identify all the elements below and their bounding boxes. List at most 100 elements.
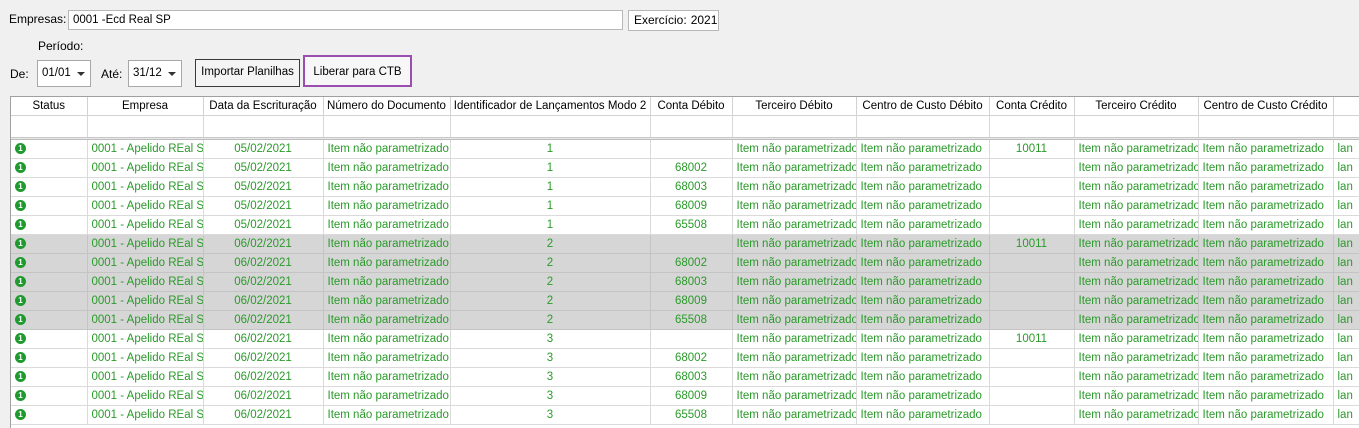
cell-empresa: 0001 - Apelido REal Sp: [87, 158, 204, 178]
column-header-extra[interactable]: [1333, 97, 1359, 116]
cell-terceiro-credito: Item não parametrizado: [1074, 348, 1199, 368]
cell-cc-credito: Item não parametrizado: [1198, 310, 1334, 330]
column-header-terceiro-debito[interactable]: Terceiro Débito: [732, 97, 857, 116]
column-header-centro-custo-debito[interactable]: Centro de Custo Débito: [856, 97, 990, 116]
table-row[interactable]: 1 0001 - Apelido REal Sp 05/02/2021 Item nã…: [11, 139, 1359, 159]
filter-cell-numero-documento[interactable]: [323, 115, 451, 138]
cell-cc-credito: Item não parametrizado: [1198, 329, 1334, 349]
cell-conta-credito: [989, 177, 1075, 197]
filter-cell-centro-custo-debito[interactable]: [856, 115, 990, 138]
column-header-numero-documento[interactable]: Número do Documento: [323, 97, 451, 116]
data-grid[interactable]: Status Empresa Data da Escrituração Número …: [10, 96, 1359, 428]
ate-select[interactable]: 31/12: [128, 60, 182, 87]
cell-conta-debito: 68003: [650, 177, 733, 197]
cell-conta-credito: 10011: [989, 329, 1075, 349]
cell-data: 05/02/2021: [203, 196, 324, 216]
filter-cell-terceiro-debito[interactable]: [732, 115, 857, 138]
ate-label: Até:: [101, 67, 123, 81]
cell-cc-debito: Item não parametrizado: [856, 405, 990, 425]
table-row[interactable]: 1 0001 - Apelido REal Sp 05/02/2021 Item nã…: [11, 196, 1359, 216]
cell-conta-credito: [989, 196, 1075, 216]
status-ok-icon: 1: [15, 333, 26, 345]
status-cell: 1: [11, 139, 88, 159]
table-row[interactable]: 1 0001 - Apelido REal Sp 06/02/2021 Item nã…: [11, 291, 1359, 311]
cell-conta-credito: [989, 310, 1075, 330]
cell-terceiro-debito: Item não parametrizado: [732, 196, 857, 216]
cell-conta-credito: [989, 348, 1075, 368]
status-cell: 1: [11, 272, 88, 292]
cell-terceiro-debito: Item não parametrizado: [732, 139, 857, 159]
cell-documento: Item não parametrizado: [323, 215, 451, 235]
cell-data: 05/02/2021: [203, 158, 324, 178]
column-header-conta-debito[interactable]: Conta Débito: [650, 97, 733, 116]
column-header-data-escrituracao[interactable]: Data da Escrituração: [203, 97, 324, 116]
cell-extra: lan: [1333, 329, 1359, 349]
status-ok-icon: 1: [15, 219, 26, 231]
status-cell: 1: [11, 310, 88, 330]
status-cell: 1: [11, 291, 88, 311]
cell-cc-credito: Item não parametrizado: [1198, 158, 1334, 178]
filter-cell-identificador-lancamentos[interactable]: [450, 115, 651, 138]
table-row[interactable]: 1 0001 - Apelido REal Sp 06/02/2021 Item nã…: [11, 329, 1359, 349]
cell-terceiro-debito: Item não parametrizado: [732, 234, 857, 254]
cell-identificador: 2: [450, 253, 651, 273]
table-row[interactable]: 1 0001 - Apelido REal Sp 06/02/2021 Item nã…: [11, 386, 1359, 406]
status-ok-icon: 1: [15, 276, 26, 288]
cell-conta-debito: 68002: [650, 253, 733, 273]
column-header-centro-custo-credito[interactable]: Centro de Custo Crédito: [1198, 97, 1334, 116]
cell-cc-credito: Item não parametrizado: [1198, 272, 1334, 292]
table-row[interactable]: 1 0001 - Apelido REal Sp 06/02/2021 Item nã…: [11, 272, 1359, 292]
cell-data: 06/02/2021: [203, 405, 324, 425]
exercicio-value: 2021: [690, 13, 718, 27]
filter-cell-data-escrituracao[interactable]: [203, 115, 324, 138]
column-header-status[interactable]: Status: [11, 97, 88, 116]
status-cell: 1: [11, 177, 88, 197]
filter-cell-empresa[interactable]: [87, 115, 204, 138]
filter-cell-conta-debito[interactable]: [650, 115, 733, 138]
table-row[interactable]: 1 0001 - Apelido REal Sp 06/02/2021 Item nã…: [11, 367, 1359, 387]
cell-identificador: 3: [450, 367, 651, 387]
column-header-conta-credito[interactable]: Conta Crédito: [989, 97, 1075, 116]
table-row[interactable]: 1 0001 - Apelido REal Sp 06/02/2021 Item nã…: [11, 310, 1359, 330]
filter-cell-terceiro-credito[interactable]: [1074, 115, 1199, 138]
status-ok-icon: 1: [15, 143, 26, 155]
cell-empresa: 0001 - Apelido REal Sp: [87, 253, 204, 273]
liberar-ctb-button[interactable]: Liberar para CTB: [303, 55, 412, 87]
cell-terceiro-credito: Item não parametrizado: [1074, 367, 1199, 387]
de-select[interactable]: 01/01: [37, 60, 91, 87]
cell-cc-debito: Item não parametrizado: [856, 177, 990, 197]
cell-cc-debito: Item não parametrizado: [856, 367, 990, 387]
cell-conta-credito: 10011: [989, 139, 1075, 159]
cell-conta-credito: 10011: [989, 234, 1075, 254]
importar-planilhas-button[interactable]: Importar Planilhas: [195, 59, 300, 87]
cell-conta-debito: [650, 329, 733, 349]
cell-data: 06/02/2021: [203, 234, 324, 254]
filter-cell-centro-custo-credito[interactable]: [1198, 115, 1334, 138]
filter-cell-conta-credito[interactable]: [989, 115, 1075, 138]
column-header-identificador-lancamentos[interactable]: Identificador de Lançamentos Modo 2: [450, 97, 651, 116]
cell-cc-credito: Item não parametrizado: [1198, 234, 1334, 254]
cell-documento: Item não parametrizado: [323, 348, 451, 368]
cell-conta-debito: 68003: [650, 367, 733, 387]
cell-terceiro-credito: Item não parametrizado: [1074, 177, 1199, 197]
cell-conta-debito: 65508: [650, 310, 733, 330]
cell-conta-credito: [989, 253, 1075, 273]
cell-data: 05/02/2021: [203, 139, 324, 159]
table-row[interactable]: 1 0001 - Apelido REal Sp 05/02/2021 Item nã…: [11, 177, 1359, 197]
table-row[interactable]: 1 0001 - Apelido REal Sp 06/02/2021 Item nã…: [11, 253, 1359, 273]
table-row[interactable]: 1 0001 - Apelido REal Sp 05/02/2021 Item nã…: [11, 158, 1359, 178]
column-header-empresa[interactable]: Empresa: [87, 97, 204, 116]
table-row[interactable]: 1 0001 - Apelido REal Sp 05/02/2021 Item nã…: [11, 215, 1359, 235]
cell-extra: lan: [1333, 158, 1359, 178]
table-row[interactable]: 1 0001 - Apelido REal Sp 06/02/2021 Item nã…: [11, 348, 1359, 368]
cell-conta-debito: 68009: [650, 291, 733, 311]
cell-empresa: 0001 - Apelido REal Sp: [87, 177, 204, 197]
column-header-terceiro-credito[interactable]: Terceiro Crédito: [1074, 97, 1199, 116]
cell-data: 06/02/2021: [203, 291, 324, 311]
filter-cell-status[interactable]: [11, 115, 88, 138]
table-row[interactable]: 1 0001 - Apelido REal Sp 06/02/2021 Item nã…: [11, 405, 1359, 425]
filter-cell-extra[interactable]: [1333, 115, 1359, 138]
empresas-field[interactable]: 0001 -Ecd Real SP: [68, 10, 623, 30]
table-row[interactable]: 1 0001 - Apelido REal Sp 06/02/2021 Item nã…: [11, 234, 1359, 254]
cell-identificador: 2: [450, 291, 651, 311]
